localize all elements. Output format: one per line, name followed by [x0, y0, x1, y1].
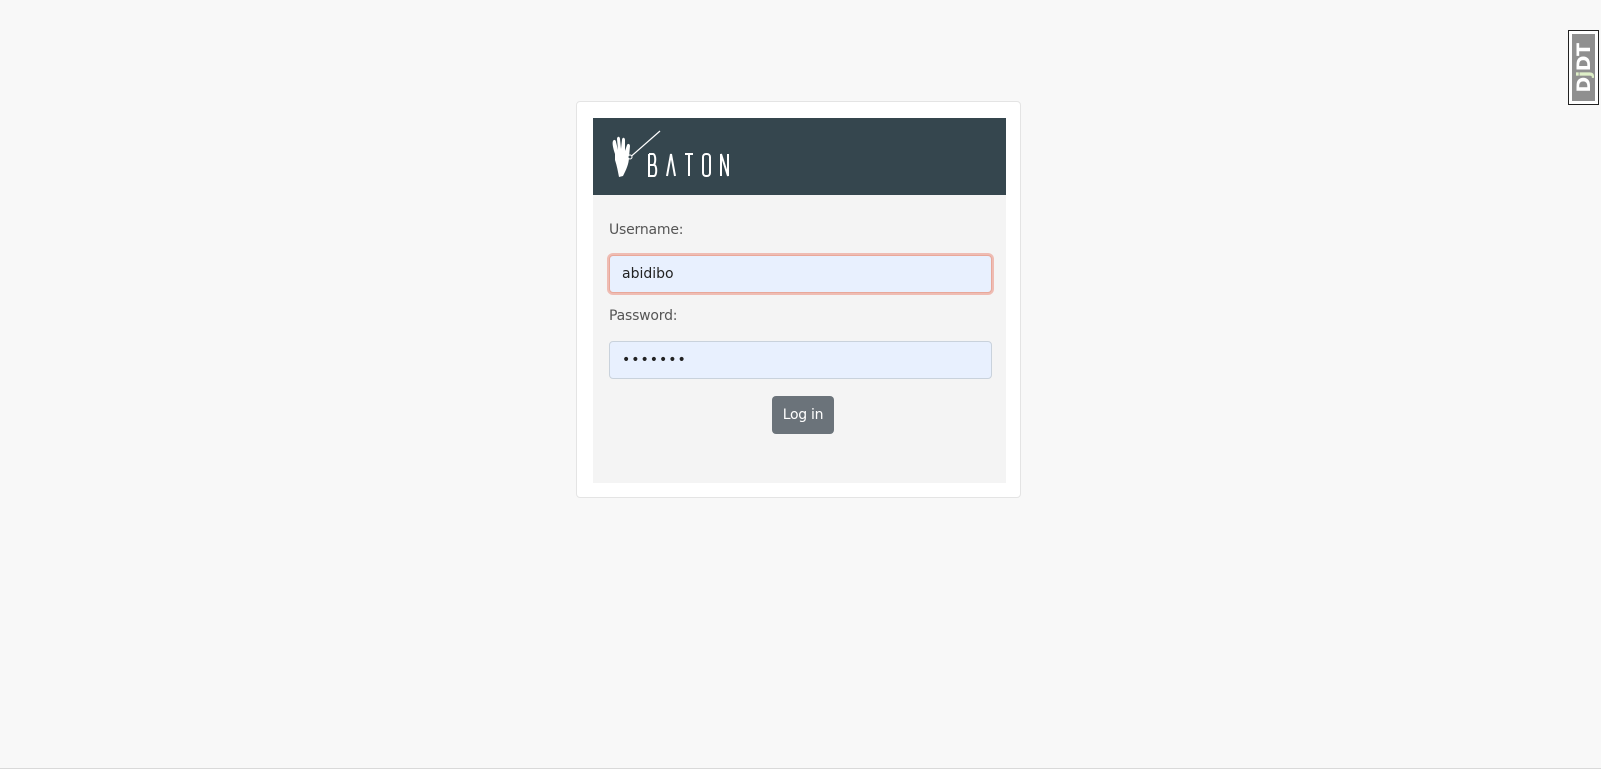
login-button[interactable]: Log in: [772, 396, 834, 434]
login-page: Username: Password: Log in DjDT: [0, 0, 1601, 769]
debug-toolbar-badge: DjDT: [1572, 34, 1595, 101]
password-label: Password:: [609, 308, 678, 324]
djdt-j: j: [1572, 70, 1595, 77]
brand-header: [593, 118, 1006, 195]
username-input[interactable]: [609, 255, 992, 293]
debug-toolbar-handle[interactable]: DjDT: [1568, 30, 1599, 105]
djdt-dt: DT: [1572, 42, 1595, 71]
baton-wordmark: [648, 153, 729, 177]
login-card: Username: Password: Log in: [576, 101, 1021, 498]
password-input[interactable]: [609, 341, 992, 379]
debug-toolbar-logo: DjDT: [1573, 43, 1595, 92]
login-panel: Username: Password: Log in: [593, 118, 1006, 483]
baton-logo: [612, 130, 729, 177]
username-label: Username:: [609, 222, 684, 238]
djdt-d: D: [1572, 76, 1595, 93]
conductor-hand-icon: [612, 136, 630, 177]
